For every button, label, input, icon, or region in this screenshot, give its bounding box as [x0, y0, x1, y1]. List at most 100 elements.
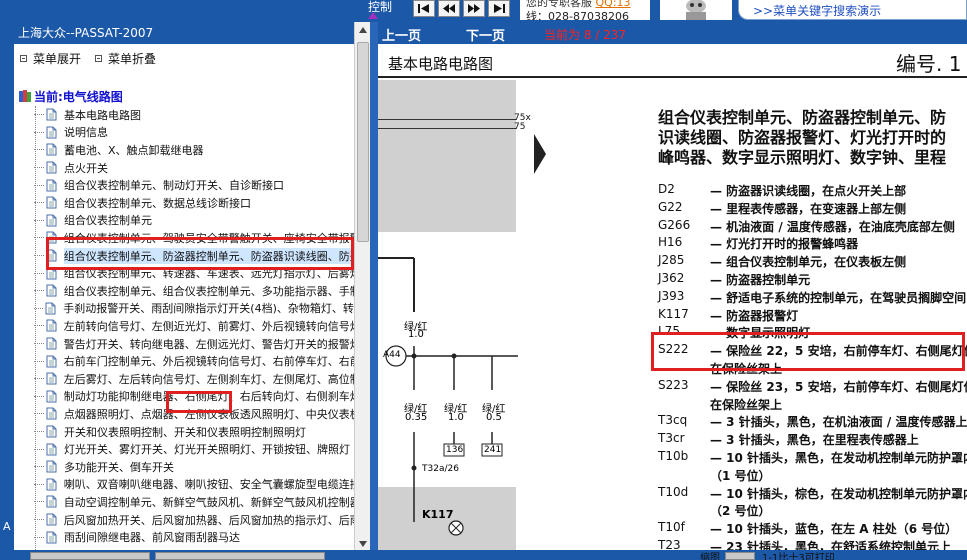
expand-menu-button[interactable]: 菜单展开 [20, 50, 81, 66]
legend-code: T10f [658, 520, 685, 535]
bottom-tab[interactable] [30, 552, 150, 560]
tree-item[interactable]: 组合仪表控制单元、防盗器控制单元、防盗器识读线圈、防盗 [34, 247, 354, 265]
page-icon [46, 249, 57, 262]
legend-desc: — 防盗器报警灯 [710, 308, 799, 323]
tree-items: 基本电路电路图 说明信息 蓄电池、X、触点卸载继电器 点火开关组合仪表控制单元、制动灯… [14, 106, 354, 552]
next-page-button[interactable] [463, 0, 485, 17]
tree-item[interactable]: 说明信息 [34, 124, 354, 142]
tree-item[interactable]: 多功能开关、倒车开关 [34, 458, 354, 476]
legend-row: T10d — 10 针插头，棕色，在发动机控制单元防护罩内 [658, 485, 967, 502]
legend-row: （2 号位） [658, 502, 967, 519]
tree-item[interactable]: 左前转向信号灯、左侧近光灯、前雾灯、外后视镜转向信号灯 [34, 317, 354, 335]
tree-item[interactable]: 制动灯功能抑制继电器、右侧尾灯、右后转向灯、右侧刹车灯 [34, 388, 354, 406]
tree-item-label: 多功能开关、倒车开关 [64, 460, 174, 474]
scroll-thumb[interactable] [357, 42, 369, 242]
tree-root-node[interactable]: 当前:电气线路图 [18, 88, 123, 104]
tree-item[interactable]: 自动空调控制单元、新鲜空气鼓风机、新鲜空气鼓风机控制器 [34, 493, 354, 511]
page-icon [46, 108, 57, 121]
page-continue-arrow-icon [534, 134, 546, 174]
search-demo-link[interactable]: >>菜单关键字搜索演示 [753, 2, 881, 19]
tree-item[interactable]: 点火开关 [34, 159, 354, 177]
legend-code: G22 [658, 199, 683, 214]
legend-code [658, 502, 710, 519]
connector-pin-label: T32a/26 [422, 464, 459, 474]
top-toolbar: 控制 您的专职客服 QQ:13 线：028-87038206 >>菜单关键字搜索… [0, 0, 967, 20]
page-icon [46, 531, 57, 544]
legend-desc: （2 号位） [710, 504, 771, 519]
tree-item-label: 制动灯功能抑制继电器、右侧尾灯、右后转向灯、右侧刹车灯 [63, 390, 354, 404]
legend-row: 在保险丝架上 [658, 396, 967, 413]
page-icon [46, 390, 57, 403]
tree-item[interactable]: 右前车门控制单元、外后视镜转向信号灯、右前停车灯、右前 [34, 352, 354, 370]
panel-splitter[interactable] [370, 22, 378, 552]
tree-item-label: 组合仪表控制单元、驾驶员安全带警触开关、座椅安全带报警 [63, 231, 354, 245]
legend-desc: — 里程表传感器，在变速器上部左侧 [710, 201, 907, 216]
tree-item[interactable]: 组合仪表控制单元、制动灯开关、自诊断接口 [34, 176, 354, 194]
bus-label-75: 75 [514, 122, 526, 132]
tree-item[interactable]: 蓄电池、X、触点卸载继电器 [34, 141, 354, 159]
legend-desc: — 3 针插头，黑色，在里程表传感器上 [710, 433, 919, 448]
tree-item-label: 右前车门控制单元、外后视镜转向信号灯、右前停车灯、右前 [63, 355, 354, 369]
wire-size: 1.0 [408, 329, 424, 340]
tree-item[interactable]: 手刹动报警开关、雨刮间隙指示灯开关(4档)、杂物箱灯、转向灯 [34, 300, 354, 318]
page-icon [46, 143, 57, 156]
connector-box-label: 241 [484, 445, 502, 455]
page-icon [46, 407, 57, 420]
collapse-menu-button[interactable]: 菜单折叠 [95, 50, 156, 66]
scroll-down-icon[interactable] [357, 538, 369, 550]
mascot-icon [686, 0, 706, 20]
legend-desc: — 防盗器控制单元 [710, 273, 811, 287]
tree-item[interactable]: 左后雾灯、左后转向信号灯、左侧刹车灯、左侧尾灯、高位制 [34, 370, 354, 388]
wire-size: 0.5 [486, 412, 502, 423]
tree-item-label: 组合仪表控制单元、制动灯开关、自诊断接口 [64, 179, 284, 193]
zoom-control[interactable] [725, 552, 755, 560]
tree-item[interactable]: 基本电路电路图 [34, 106, 354, 124]
next-page-link[interactable]: 下一页 [466, 25, 505, 44]
legend-desc: — 组合仪表控制单元，在仪表板左侧 [710, 255, 907, 270]
bottom-tab[interactable] [155, 552, 325, 560]
tree-item[interactable]: 组合仪表控制单元、数据总线诊断接口 [34, 194, 354, 212]
prev-page-button[interactable] [438, 0, 460, 17]
legend-row: T10f — 10 针插头，蓝色，在左 A 柱处（6 号位） [658, 520, 967, 537]
legend-code: D2 [658, 182, 675, 196]
tree-item[interactable]: 组合仪表控制单元、转速器、车速表、远光灯指示灯、后雾灯 [34, 264, 354, 282]
schematic-upper-block [378, 80, 536, 232]
legend-desc: — 10 针插头，棕色，在发动机控制单元防护罩内 [710, 486, 967, 501]
first-page-button[interactable] [413, 0, 435, 17]
control-marker-icon [368, 12, 378, 19]
phone-number: 线：028-87038206 [526, 10, 629, 20]
print-hint: 1-1比十3可打印 [762, 553, 835, 560]
tree-item-label: 组合仪表控制单元、防盗器控制单元、防盗器识读线圈、防盗 [63, 247, 354, 264]
skip-back-icon [418, 4, 429, 13]
tree-item[interactable]: 雨刮间隙继电器、前风窗雨刮器马达 [34, 528, 354, 546]
tree-item[interactable]: 后风窗加热开关、后风窗加热器、后风窗加热的指示灯、后雨 [34, 511, 354, 529]
page-nav-bar: 上一页 下一页 当前为 8 / 237 [378, 22, 967, 44]
page-indicator: 当前为 8 / 237 [544, 28, 627, 42]
legend-code: J362 [658, 271, 685, 285]
wire-size: 1.0 [448, 412, 464, 423]
tree-item[interactable]: 点烟器照明灯、点烟器、左侧仪表板透风照明灯、中央仪表板 [34, 405, 354, 423]
legend-desc: — 数字显示照明灯 [710, 326, 811, 341]
tree-item[interactable]: 喇叭、双音喇叭继电器、喇叭按钮、安全气囊螺旋型电缆连接 [34, 476, 354, 494]
last-page-button[interactable] [488, 0, 510, 17]
tree-item[interactable]: 组合仪表控制单元、驾驶员安全带警触开关、座椅安全带报警 [34, 229, 354, 247]
tree-item[interactable]: 组合仪表控制单元、组合仪表控制单元、多功能指示器、手制 [34, 282, 354, 300]
scroll-up-icon[interactable] [357, 24, 369, 36]
legend-desc: — 机油液面 / 温度传感器，在油底壳底部左侧 [710, 219, 955, 234]
tree-item[interactable]: 灯光开关、雾灯开关、灯光开关照明灯、开锁按钮、牌照灯 [34, 440, 354, 458]
mascot-image [660, 0, 732, 20]
legend-row: S222 — 保险丝 22，5 安培，右前停车灯、右侧尾灯保 [658, 342, 967, 359]
tree-item[interactable]: 开关和仪表照明控制、开关和仪表照明控制照明灯 [34, 423, 354, 441]
legend-desc: — 3 针插头，黑色，在机油液面 / 温度传感器上 [710, 415, 967, 430]
legend-code: J285 [658, 253, 685, 268]
tree-item[interactable]: 警告灯开关、转向继电器、左侧远光灯、警告灯开关的报警灯 [34, 335, 354, 353]
customer-service-box: 您的专职客服 QQ:13 线：028-87038206 [520, 0, 650, 20]
tree-item[interactable]: 组合仪表控制单元 [34, 212, 354, 230]
legend-code [658, 396, 710, 413]
prev-page-link[interactable]: 上一页 [382, 25, 421, 44]
page-icon [46, 214, 57, 227]
tree-root-label: 当前:电气线路图 [34, 89, 123, 104]
connector-box-label: 136 [446, 445, 464, 455]
legend-code: T3cr [658, 431, 685, 446]
menu-scrollbar[interactable] [354, 22, 370, 552]
